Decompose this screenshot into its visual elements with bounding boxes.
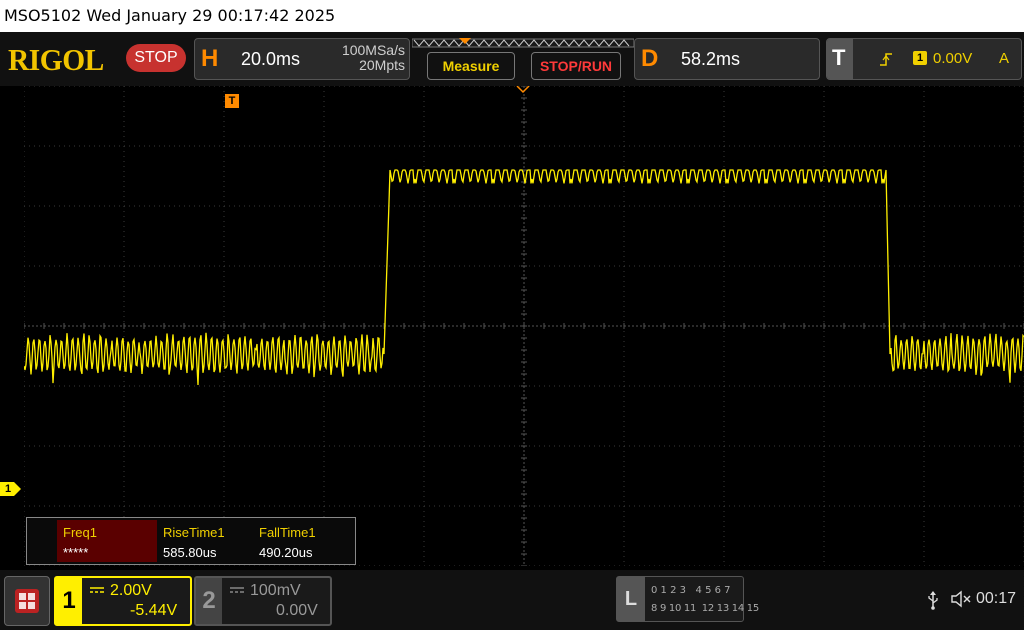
trigger-level: 0.00V: [933, 50, 973, 67]
delay-panel[interactable]: D 58.2ms: [634, 38, 820, 80]
stop-run-button[interactable]: STOP/RUN: [531, 52, 621, 80]
trigger-position-marker[interactable]: T: [225, 94, 239, 108]
measure-button[interactable]: Measure: [427, 52, 515, 80]
device-title: MSO5102 Wed January 29 00:17:42 2025: [4, 6, 336, 25]
run-state-badge[interactable]: STOP: [126, 44, 186, 72]
trigger-position-strip[interactable]: [412, 36, 634, 50]
ch1-offset: -5.44V: [130, 602, 178, 619]
delay-letter: D: [641, 45, 659, 72]
timebase-value: 20.0ms: [241, 49, 301, 69]
trigger-panel[interactable]: T 1 0.00V A: [826, 38, 1022, 80]
status-time: 00:17: [976, 590, 1017, 607]
ch2-settings[interactable]: 2 100mV 0.00V: [194, 576, 332, 626]
memory-depth: 20Mpts: [359, 57, 405, 73]
ch1-scale: 2.00V: [110, 582, 152, 599]
main-menu-button[interactable]: [4, 576, 50, 626]
trigger-delay-arrow: [516, 86, 530, 94]
dc-coupling-icon: [90, 587, 104, 593]
delay-value: 58.2ms: [681, 49, 741, 69]
brand-logo: RIGOL: [8, 42, 104, 77]
measurement-freq[interactable]: Freq1 *****: [57, 520, 157, 562]
trigger-mode: A: [999, 50, 1010, 67]
logic-row-2: 8 9 10 11 12 13 14 15: [651, 603, 759, 614]
logic-label: L: [617, 577, 645, 621]
ch1-settings[interactable]: 1 2.00V -5.44V: [54, 576, 192, 626]
horizontal-panel[interactable]: H 20.0ms 100MSa/s 20Mpts: [194, 38, 410, 80]
trigger-letter: T: [832, 45, 846, 70]
logic-row-1: 0 1 2 3 4 5 6 7: [651, 585, 731, 596]
ch1-label: 1: [56, 578, 82, 624]
measurement-falltime[interactable]: FallTime1 490.20us: [253, 520, 349, 562]
measurement-table[interactable]: Freq1 ***** RiseTime1 585.80us FallTime1…: [26, 517, 356, 565]
title-bar: MSO5102 Wed January 29 00:17:42 2025: [0, 0, 1024, 32]
horizontal-letter: H: [201, 45, 219, 72]
speaker-muted-icon[interactable]: [950, 590, 972, 608]
ch1-ground-marker[interactable]: 1: [0, 482, 22, 496]
dc-coupling-icon: [230, 587, 244, 593]
usb-icon: [928, 591, 938, 610]
sample-rate: 100MSa/s: [341, 42, 405, 58]
waveform-display[interactable]: [24, 86, 1024, 566]
logic-channels-panel[interactable]: L 0 1 2 3 4 5 6 7 8 9 10 11 12 13 14 15: [616, 576, 759, 622]
ch2-label: 2: [196, 578, 222, 624]
rising-edge-icon: [880, 53, 892, 66]
ch2-scale: 100mV: [250, 582, 301, 599]
measurement-risetime[interactable]: RiseTime1 585.80us: [157, 520, 253, 562]
trigger-channel-badge: 1: [913, 51, 927, 65]
grid-menu-icon: [15, 589, 39, 613]
ch2-offset: 0.00V: [276, 602, 318, 619]
